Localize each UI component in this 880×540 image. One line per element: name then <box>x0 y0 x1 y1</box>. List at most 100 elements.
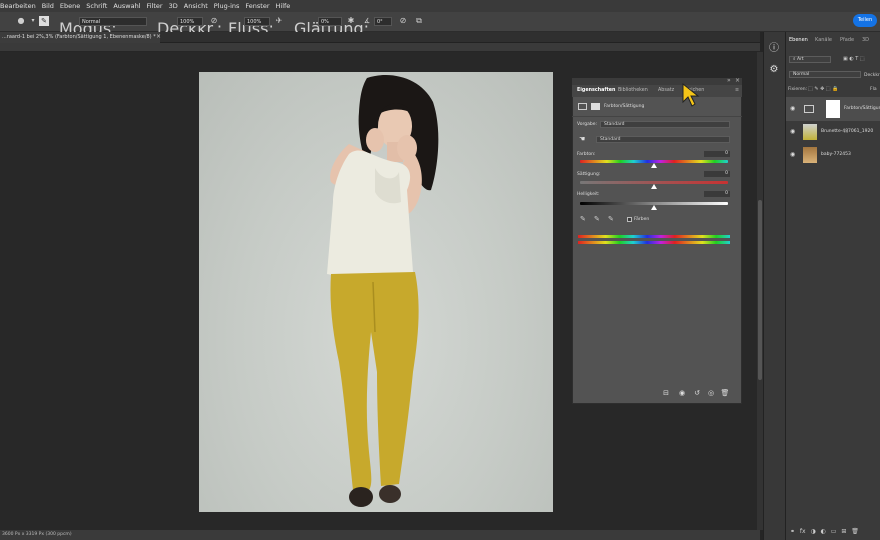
saettigung-value[interactable]: 0 <box>704 171 730 177</box>
helligkeit-label: Helligkeit: <box>577 192 600 197</box>
hand-target-icon[interactable]: ☚ <box>579 135 585 143</box>
view-previous-icon[interactable]: ◉ <box>677 388 687 398</box>
color-bar-bottom <box>578 241 730 244</box>
tab-pfade[interactable]: Pfade <box>840 37 854 43</box>
layer-filter-search[interactable]: ⌕ Art <box>789 56 831 63</box>
vorgabe-label: Vorgabe: <box>577 122 598 127</box>
farbton-value[interactable]: 0 <box>704 151 730 157</box>
helligkeit-value[interactable]: 0 <box>704 191 730 197</box>
fixieren-label: Fixieren: <box>788 87 808 92</box>
tab-kanaele[interactable]: Kanäle <box>815 37 832 43</box>
panel-drag-bar[interactable] <box>572 78 742 85</box>
menu-item-hilfe[interactable]: Hilfe <box>276 2 291 10</box>
divider <box>572 116 742 117</box>
tab-absatz[interactable]: Absatz <box>658 85 674 97</box>
layer-row[interactable]: ◉ Farbton/Sättigung ... <box>786 97 880 135</box>
eyedropper-plus-icon[interactable]: ✎ <box>594 215 600 223</box>
info-icon[interactable]: ⓘ <box>766 42 782 56</box>
saettigung-label: Sättigung: <box>577 172 601 177</box>
menu-item-fenster[interactable]: Fenster <box>245 2 269 10</box>
symmetry-icon[interactable]: ⧉ <box>414 16 424 26</box>
fluss-field[interactable]: 100% <box>244 17 270 26</box>
woman-photo <box>327 75 439 507</box>
tab-bibliotheken[interactable]: Bibliotheken <box>618 85 648 97</box>
adjustment-layer-icon <box>578 103 587 110</box>
mask-icon[interactable] <box>591 103 600 110</box>
layer-thumbnail <box>803 147 817 163</box>
menu-item-bild[interactable]: Bild <box>42 2 54 10</box>
gear-icon[interactable]: ✱ <box>346 16 356 26</box>
saettigung-slider-thumb[interactable] <box>651 184 657 189</box>
tab-3d[interactable]: 3D <box>862 37 869 43</box>
visibility-eye-icon[interactable]: ◉ <box>790 97 795 121</box>
layer-row[interactable]: ◉ baby-772453 <box>786 143 880 167</box>
brush-settings-icon[interactable]: ✎ <box>39 16 49 26</box>
layer-name: baby-772453 <box>821 152 851 157</box>
deckkraft-field[interactable]: 100% <box>177 17 203 26</box>
brush-preset-icon[interactable]: ● <box>16 16 26 26</box>
visibility-eye-icon[interactable]: ◎ <box>706 388 716 398</box>
opacity-label: Deckkr <box>864 73 880 78</box>
farbton-slider-thumb[interactable] <box>651 163 657 168</box>
panel-menu-icon[interactable]: ≡ <box>735 85 739 97</box>
fill-label: Fla <box>870 87 877 92</box>
trash-icon[interactable]: 🗑 <box>720 388 730 398</box>
menu-bar: Bearbeiten Bild Ebene Schrift Auswahl Filter 3… <box>0 0 880 12</box>
pressure-size-icon[interactable]: ⊘ <box>398 16 408 26</box>
visibility-eye-icon[interactable]: ◉ <box>790 120 795 144</box>
color-bar-top <box>578 235 730 238</box>
vorgabe-dropdown[interactable]: Standard <box>600 121 730 128</box>
glaettung-field[interactable]: 0% <box>318 17 342 26</box>
menu-item-bearbeiten[interactable]: Bearbeiten <box>0 2 36 10</box>
menu-item-3d[interactable]: 3D <box>169 2 178 10</box>
helligkeit-slider-thumb[interactable] <box>651 205 657 210</box>
layer-footer-icons[interactable]: ⚭ fx ◑ ◐ ▭ ⊞ 🗑 <box>790 528 859 535</box>
chevron-down-icon[interactable]: ▾ <box>28 16 38 26</box>
reset-icon[interactable]: ↺ <box>692 388 702 398</box>
share-button[interactable]: Teilen <box>853 14 877 27</box>
close-icon[interactable]: × <box>735 77 740 84</box>
blend-mode-dropdown[interactable]: Normal <box>789 71 861 78</box>
eyedropper-icon[interactable]: ✎ <box>580 215 586 223</box>
properties-tabs: Eigenschaften Bibliotheken Absatz Zeiche… <box>572 85 742 97</box>
adjustment-title: Farbton/Sättigung <box>604 104 645 109</box>
scrollbar-thumb[interactable] <box>758 200 762 380</box>
adjustment-layer-icon <box>804 105 814 113</box>
pressure-opacity-icon[interactable]: ⊘ <box>209 16 219 26</box>
layer-row[interactable]: ◉ Brunette-487061_1920 <box>786 120 880 144</box>
menu-item-auswahl[interactable]: Auswahl <box>113 2 140 10</box>
airbrush-icon[interactable]: ✈ <box>274 16 284 26</box>
eyedropper-minus-icon[interactable]: ✎ <box>608 215 614 223</box>
document-tab[interactable]: ...raard-1 bei 2%,3% (Farbton/Sättigung … <box>0 32 160 43</box>
document-tab-title: ...raard-1 bei 2%,3% (Farbton/Sättigung … <box>2 34 156 40</box>
layer-name: Brunette-487061_1920 <box>821 129 874 134</box>
modus-dropdown[interactable]: Normal <box>79 17 147 26</box>
menu-item-plugins[interactable]: Plug-ins <box>214 2 240 10</box>
clip-to-layer-icon[interactable]: ⊟ <box>661 388 671 398</box>
lock-icons[interactable]: ⬚ ✎ ✥ ⬚ 🔒 <box>808 86 838 92</box>
channel-value: Standard <box>600 137 621 142</box>
menu-item-ebene[interactable]: Ebene <box>60 2 80 10</box>
faerben-label: Färben <box>634 217 650 222</box>
vorgabe-value: Standard <box>604 122 625 127</box>
close-tab-icon[interactable]: × <box>156 33 161 40</box>
adjustments-icon[interactable]: ⚙ <box>766 63 782 77</box>
tab-ebenen[interactable]: Ebenen <box>789 37 808 43</box>
status-bar: 3600 Px x 3319 Px (300 ppcm) <box>0 530 760 540</box>
filter-icons[interactable]: ▣ ◐ T ⬚ <box>843 56 865 62</box>
angle-field[interactable]: 0° <box>374 17 392 26</box>
menu-item-filter[interactable]: Filter <box>147 2 163 10</box>
channel-dropdown[interactable]: Standard <box>596 136 730 143</box>
layer-filter-value: Art <box>796 57 804 62</box>
visibility-eye-icon[interactable]: ◉ <box>790 143 795 167</box>
angle-icon: ∡ <box>363 17 371 25</box>
horizontal-ruler <box>0 43 760 52</box>
layer-mask-thumbnail[interactable] <box>826 100 840 118</box>
document-size-status: 3600 Px x 3319 Px (300 ppcm) <box>2 532 72 537</box>
document-image[interactable] <box>199 72 553 512</box>
faerben-checkbox[interactable] <box>627 217 632 222</box>
menu-item-schrift[interactable]: Schrift <box>86 2 107 10</box>
collapse-icon[interactable]: » <box>727 77 731 84</box>
tab-eigenschaften[interactable]: Eigenschaften <box>577 85 615 97</box>
menu-item-ansicht[interactable]: Ansicht <box>184 2 208 10</box>
